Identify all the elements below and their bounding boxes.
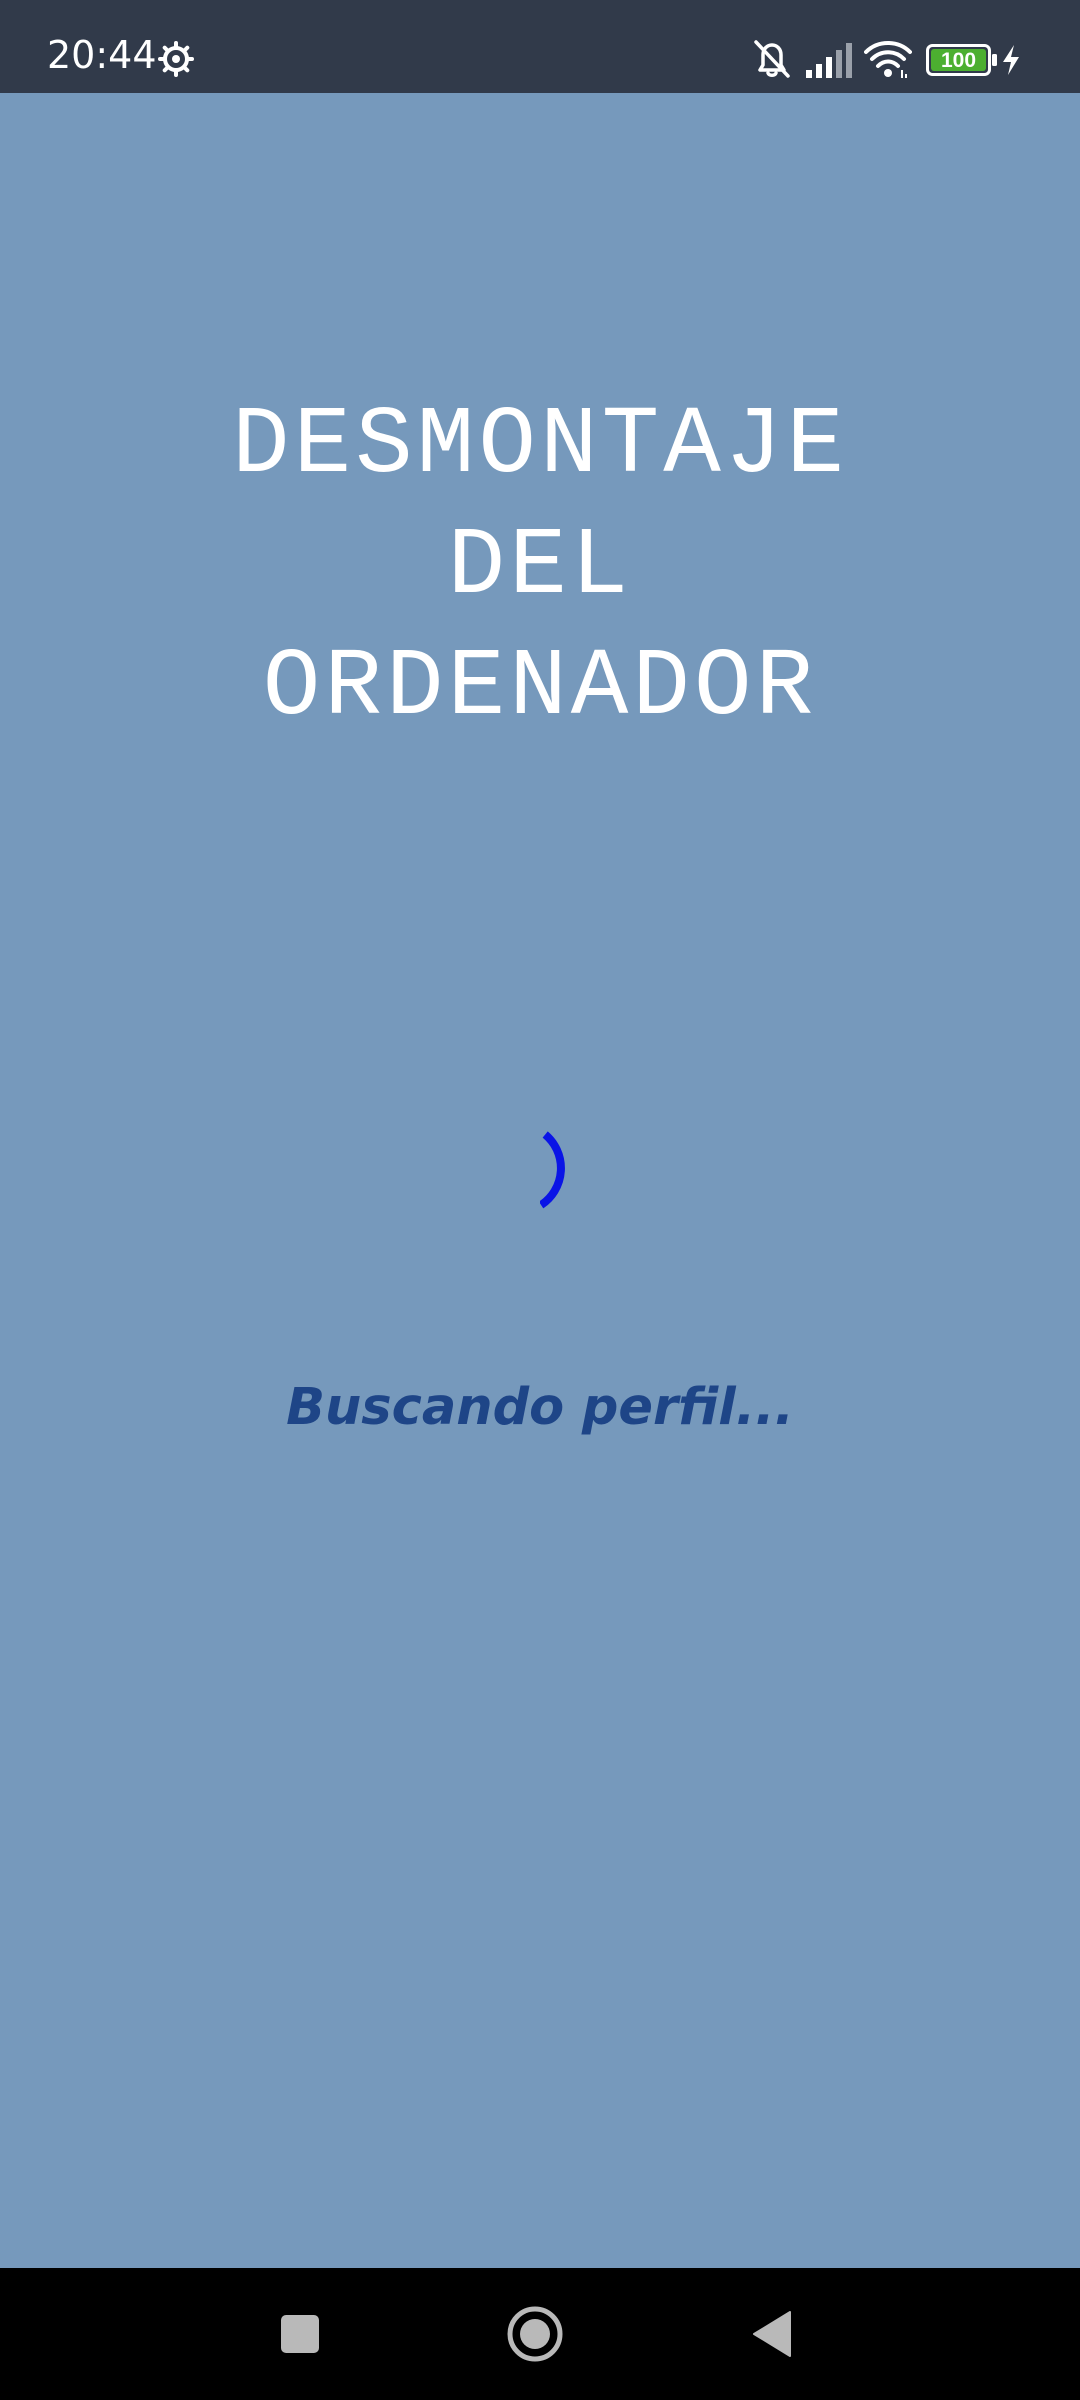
back-button[interactable] xyxy=(712,2268,832,2400)
back-triangle-icon xyxy=(753,2311,791,2357)
loading-spinner-icon xyxy=(540,1131,565,1209)
loading-text: Buscando perfil... xyxy=(286,1378,794,1437)
bell-off-icon xyxy=(754,40,790,78)
status-bar: 20:44 100 xyxy=(0,0,1080,93)
main-screen: DESMONTAJE DEL ORDENADOR Buscando perfil… xyxy=(0,93,1080,2268)
app-title-line: ORDENADOR xyxy=(262,633,818,742)
wifi-icon xyxy=(864,41,912,78)
charging-icon xyxy=(1003,45,1019,75)
status-time: 20:44 xyxy=(47,33,157,77)
home-circle-icon xyxy=(507,2306,563,2362)
signal-icon xyxy=(806,43,852,78)
recents-square-icon xyxy=(281,2315,319,2353)
home-button[interactable] xyxy=(475,2268,595,2400)
recents-button[interactable] xyxy=(240,2268,360,2400)
app-title-line: DEL xyxy=(447,512,633,621)
navigation-bar xyxy=(0,2268,1080,2400)
gear-icon xyxy=(158,41,194,77)
battery-level: 100 xyxy=(940,49,977,72)
app-title-line: DESMONTAJE xyxy=(231,391,849,500)
app-title: DESMONTAJE DEL ORDENADOR xyxy=(0,385,1080,748)
